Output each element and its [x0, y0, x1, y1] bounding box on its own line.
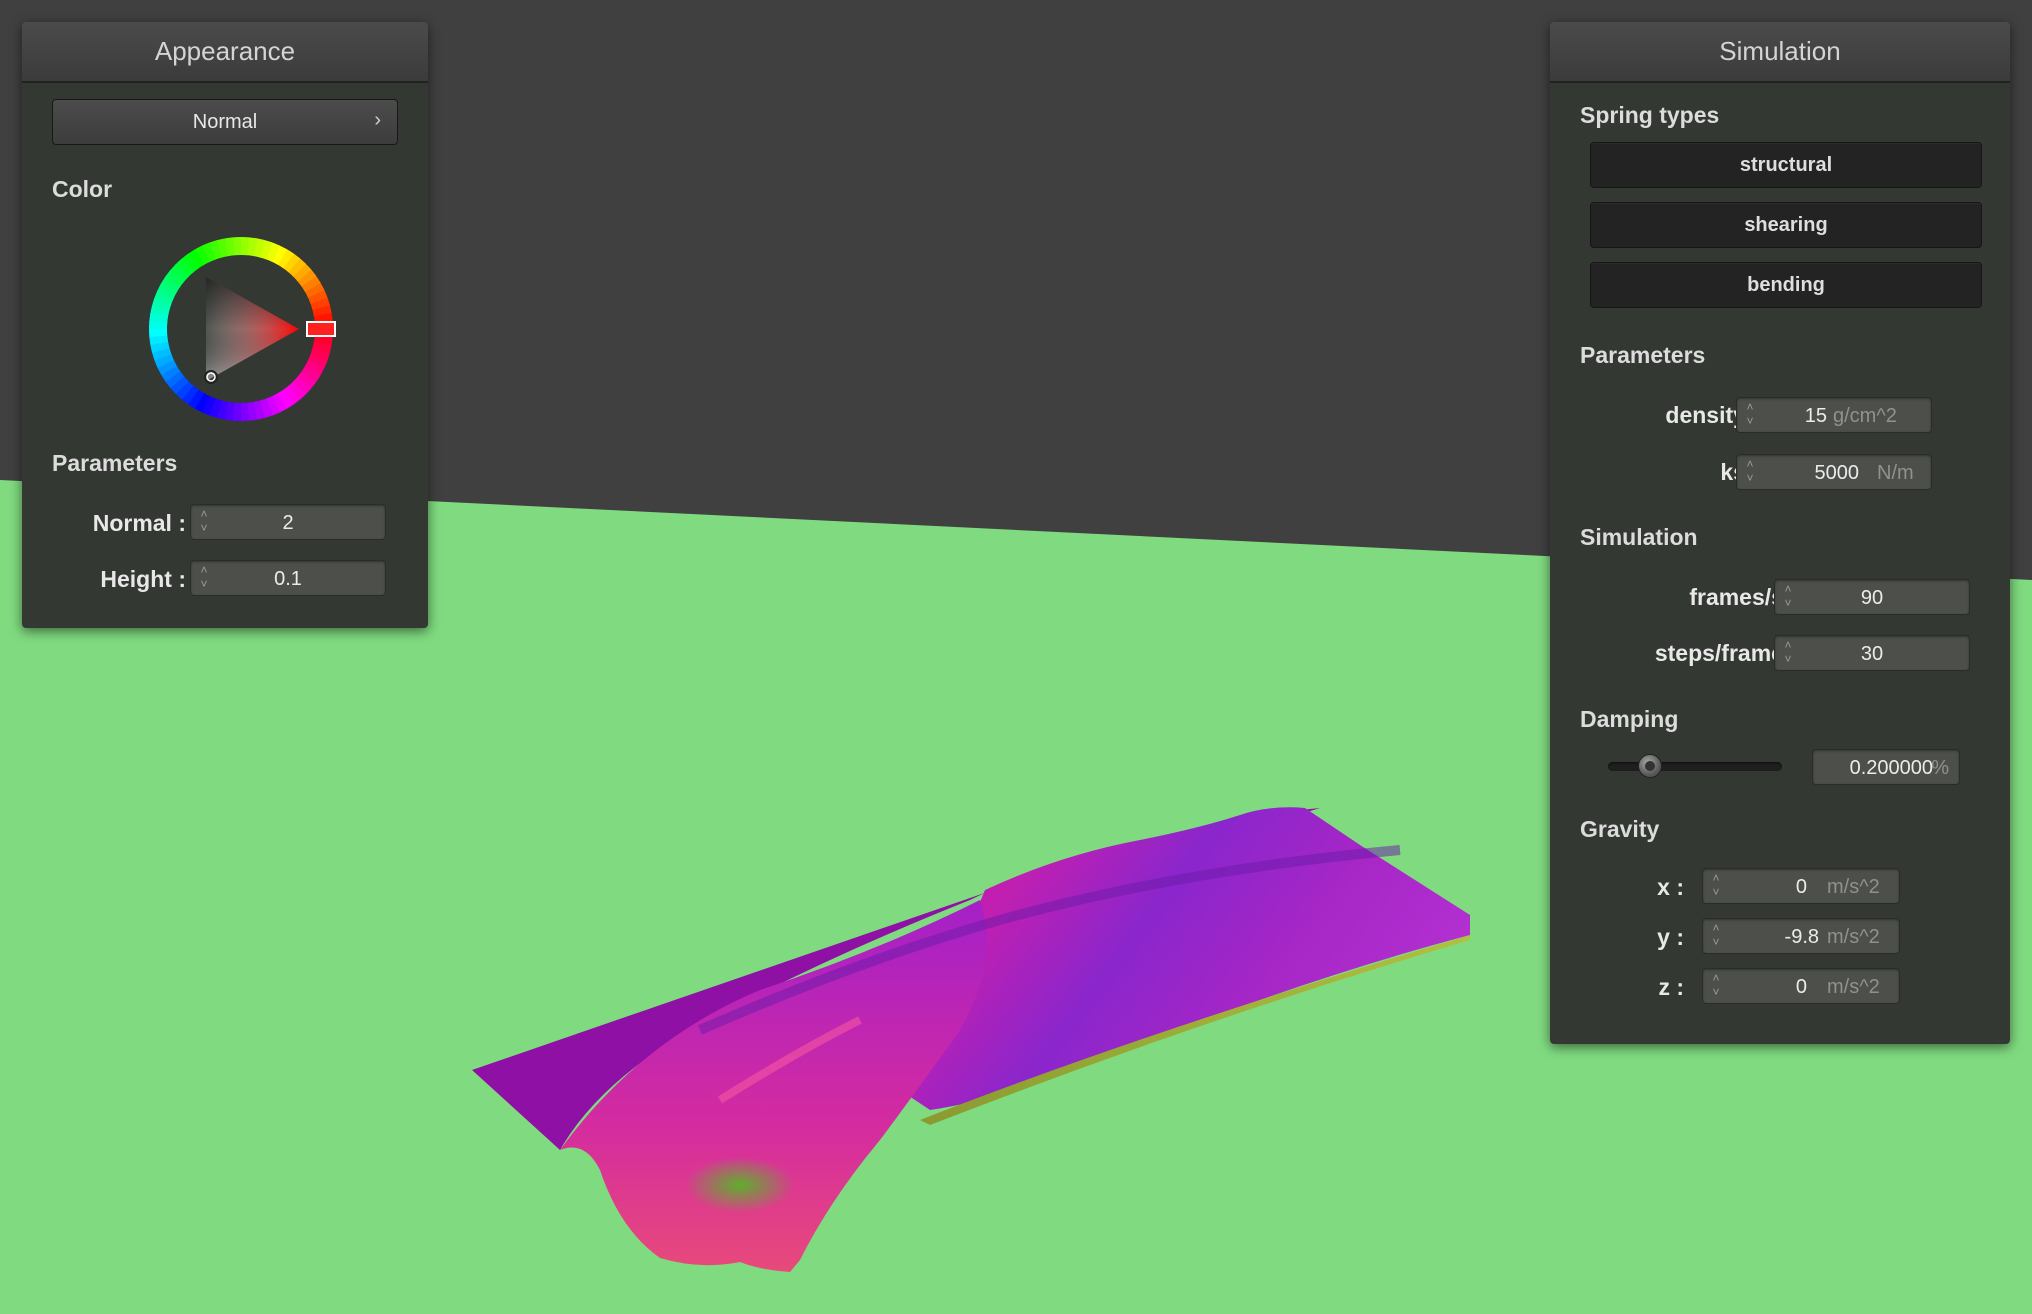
density-unit: g/cm^2 — [1833, 405, 1897, 427]
damping-slider-handle[interactable] — [1638, 754, 1662, 778]
stepper-arrows-icon[interactable]: ˄ ˅ — [1709, 871, 1723, 899]
appearance-panel-title: Appearance — [22, 22, 428, 83]
ks-value: 5000 — [1814, 462, 1860, 484]
simulation-panel-title: Simulation — [1550, 22, 2010, 83]
damping-slider[interactable] — [1608, 754, 1782, 778]
gravity-x-unit: m/s^2 — [1827, 876, 1880, 898]
steps-value: 30 — [1860, 643, 1884, 665]
gravity-section-title: Gravity — [1580, 816, 1660, 842]
gravity-x-label: x : — [1657, 874, 1684, 900]
ks-label: ks : — [1720, 459, 1760, 485]
render-mode-label: Normal — [192, 110, 258, 133]
gravity-y-stepper[interactable]: ˄ ˅ -9.8 m/s^2 — [1702, 918, 1900, 954]
normal-value: 2 — [282, 512, 294, 534]
gravity-z-value: 0 — [1795, 976, 1807, 998]
gravity-y-label: y : — [1657, 924, 1684, 950]
gravity-x-value: 0 — [1795, 876, 1807, 898]
density-label: density : — [1665, 402, 1760, 428]
simulation-panel: Simulation Spring types structural shear… — [1550, 22, 2010, 1044]
density-stepper[interactable]: ˄ ˅ 15 g/cm^2 — [1736, 397, 1932, 433]
ks-unit: N/m — [1877, 462, 1914, 484]
stepper-arrows-icon[interactable]: ˄ ˅ — [1743, 457, 1757, 485]
gravity-y-value: -9.8 — [1784, 926, 1819, 948]
hue-selector-handle[interactable] — [306, 321, 336, 337]
stepper-arrows-icon[interactable]: ˄ ˅ — [1709, 921, 1723, 949]
stepper-arrows-icon[interactable]: ˄ ˅ — [1743, 400, 1757, 428]
height-label: Height : — [100, 566, 186, 592]
stepper-arrows-icon[interactable]: ˄ ˅ — [1709, 971, 1723, 999]
damping-value: 0.200000 — [1849, 757, 1933, 779]
damping-section-title: Damping — [1580, 706, 1679, 732]
spring-types-title: Spring types — [1580, 102, 1720, 128]
ks-stepper[interactable]: ˄ ˅ 5000 N/m — [1736, 454, 1932, 490]
steps-stepper[interactable]: ˄ ˅ 30 — [1774, 635, 1970, 671]
steps-label: steps/frame : — [1654, 640, 1798, 666]
gravity-z-label: z : — [1658, 974, 1684, 1000]
color-wheel-picker[interactable] — [136, 224, 346, 434]
shearing-spring-toggle[interactable]: shearing — [1590, 202, 1982, 248]
normal-label: Normal : — [92, 510, 186, 536]
fps-value: 90 — [1860, 587, 1884, 609]
height-value: 0.1 — [274, 568, 302, 590]
appearance-panel: Appearance Normal › Color Parameters Nor… — [22, 22, 428, 628]
gravity-z-unit: m/s^2 — [1827, 976, 1880, 998]
damping-value-field[interactable]: 0.200000 % — [1812, 749, 1960, 785]
gravity-z-stepper[interactable]: ˄ ˅ 0 m/s^2 — [1702, 968, 1900, 1004]
normal-stepper[interactable]: ˄ ˅ 2 — [190, 504, 386, 540]
simulation-section-title: Simulation — [1580, 524, 1698, 550]
structural-spring-toggle[interactable]: structural — [1590, 142, 1982, 188]
fps-stepper[interactable]: ˄ ˅ 90 — [1774, 579, 1970, 615]
height-stepper[interactable]: ˄ ˅ 0.1 — [190, 560, 386, 596]
color-section-title: Color — [52, 176, 113, 202]
appearance-parameters-title: Parameters — [52, 450, 178, 476]
density-value: 15 — [1804, 405, 1827, 427]
fps-label: frames/s : — [1689, 584, 1798, 610]
chevron-right-icon: › — [374, 109, 381, 131]
gravity-x-stepper[interactable]: ˄ ˅ 0 m/s^2 — [1702, 868, 1900, 904]
bending-spring-toggle[interactable]: bending — [1590, 262, 1982, 308]
sim-parameters-title: Parameters — [1580, 342, 1706, 368]
render-mode-dropdown[interactable]: Normal › — [52, 99, 398, 145]
damping-unit: % — [1931, 757, 1949, 779]
gravity-y-unit: m/s^2 — [1827, 926, 1880, 948]
